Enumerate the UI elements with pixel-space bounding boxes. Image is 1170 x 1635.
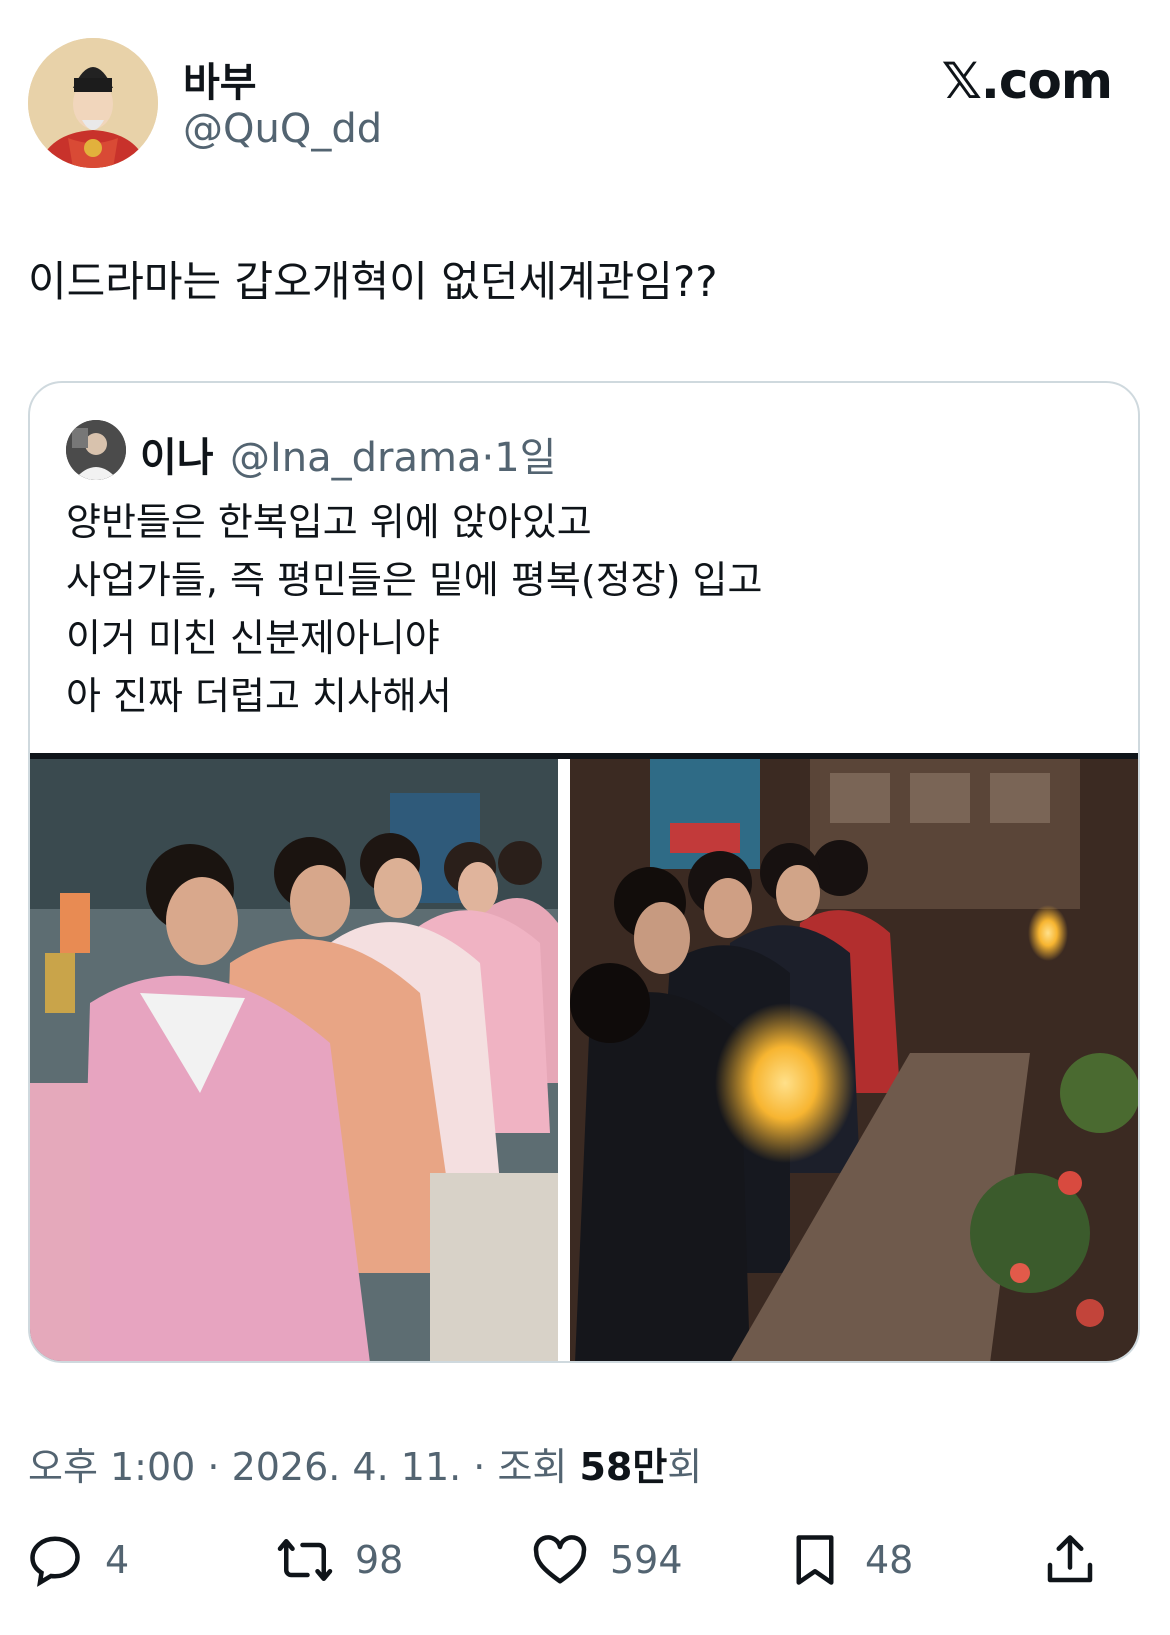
- bookmark-icon: [796, 1535, 834, 1585]
- like-button[interactable]: 594: [530, 1525, 683, 1595]
- quoted-post-age: 1일: [494, 435, 557, 481]
- tweet-text: 이드라마는 갑오개혁이 없던세계관임??: [28, 257, 718, 306]
- heart-icon: [533, 1535, 587, 1584]
- quoted-media-grid: [30, 753, 1138, 1363]
- person-photo-avatar-icon: [66, 420, 126, 480]
- share-icon: [1047, 1535, 1093, 1583]
- view-suffix: 회: [667, 1445, 703, 1489]
- reply-button[interactable]: 4: [25, 1525, 129, 1595]
- reply-count: 4: [105, 1538, 130, 1582]
- like-count: 594: [610, 1538, 683, 1582]
- quoted-author-name[interactable]: 이나: [140, 425, 214, 483]
- meta-separator: ·: [481, 435, 495, 481]
- quoted-tweet-text: 양반들은 한복입고 위에 앉아있고 사업가들, 즉 평민들은 밑에 평복(정장)…: [66, 493, 1106, 725]
- timestamp-text[interactable]: 오후 1:00 · 2026. 4. 11. · 조회: [28, 1445, 579, 1489]
- quoted-text-line: 사업가들, 즉 평민들은 밑에 평복(정장) 입고: [66, 558, 763, 602]
- bookmark-count: 48: [865, 1538, 914, 1582]
- post-timestamp-views: 오후 1:00 · 2026. 4. 11. · 조회 58만회: [28, 1436, 702, 1491]
- quoted-author-handle[interactable]: @Ina_drama: [230, 435, 481, 481]
- author-display-name[interactable]: 바부: [183, 50, 257, 108]
- bookmark-button[interactable]: 48: [785, 1525, 913, 1595]
- quoted-text-line: 아 진짜 더럽고 치사해서: [66, 674, 452, 718]
- repost-button[interactable]: 98: [275, 1525, 403, 1595]
- photo-suits-dinner[interactable]: [570, 759, 1138, 1363]
- quoted-text-line: 이거 미친 신분제아니야: [66, 616, 440, 660]
- repost-icon: [277, 1539, 333, 1581]
- repost-count: 98: [355, 1538, 404, 1582]
- quoted-author-avatar[interactable]: [66, 420, 126, 480]
- author-avatar[interactable]: [28, 38, 158, 168]
- view-count: 58만: [579, 1445, 668, 1489]
- quoted-author-meta: @Ina_drama·1일: [230, 425, 556, 483]
- reply-icon: [30, 1536, 80, 1587]
- king-portrait-icon: [28, 38, 158, 168]
- action-bar: 4 98 594 48: [0, 1525, 1170, 1595]
- x-logo-brand: 𝕏.com: [941, 52, 1113, 110]
- quoted-tweet-card[interactable]: 이나 @Ina_drama·1일 양반들은 한복입고 위에 앉아있고 사업가들,…: [28, 381, 1140, 1363]
- author-handle[interactable]: @QuQ_dd: [183, 106, 382, 152]
- share-button[interactable]: [1040, 1525, 1100, 1595]
- photo-hanbok-men[interactable]: [30, 759, 558, 1363]
- quoted-text-line: 양반들은 한복입고 위에 앉아있고: [66, 500, 592, 544]
